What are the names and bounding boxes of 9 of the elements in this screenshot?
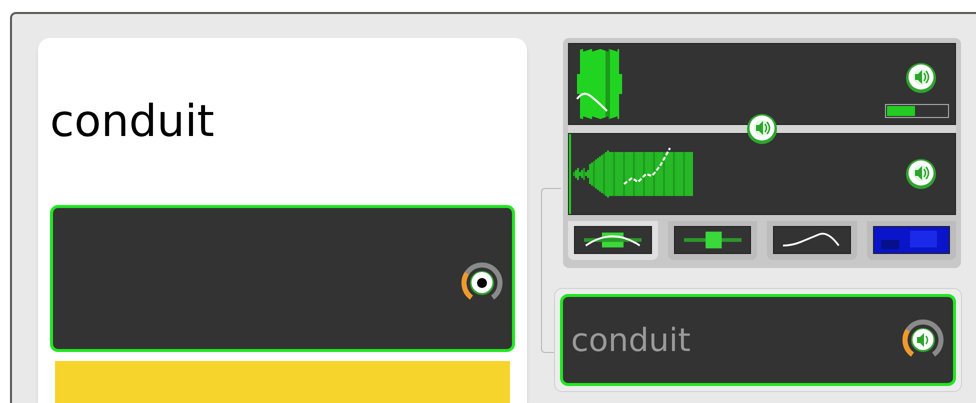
answer-word: conduit	[571, 324, 690, 356]
view-tab[interactable]	[568, 221, 658, 260]
view-tab[interactable]	[866, 221, 956, 260]
view-tab[interactable]	[767, 221, 856, 260]
prompt-word: conduit	[50, 100, 214, 144]
play-attempt-button[interactable]	[905, 158, 937, 190]
play-reference-button[interactable]	[905, 62, 937, 94]
view-tab[interactable]	[668, 221, 757, 260]
volume-meter	[885, 104, 949, 118]
